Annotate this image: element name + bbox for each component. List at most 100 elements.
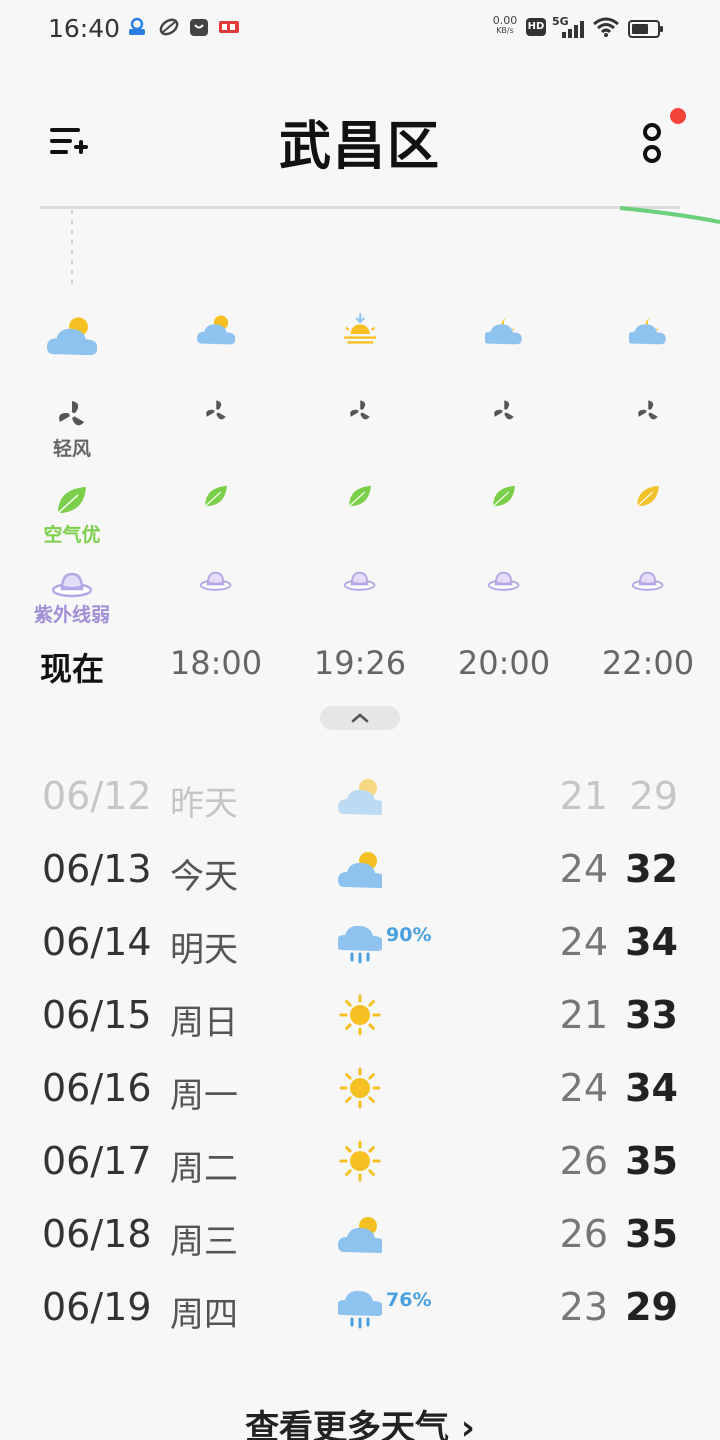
fan-icon	[493, 400, 514, 420]
daily-row[interactable]: 06/15 周日 21 33	[0, 985, 720, 1045]
toutiao-icon	[219, 21, 239, 33]
sun-hat-icon	[344, 571, 376, 591]
day-weather	[338, 847, 386, 891]
day-date: 06/17	[42, 1139, 152, 1183]
hourly-wind	[432, 398, 576, 427]
chevron-up-icon	[351, 713, 369, 723]
net-speed-unit: KB/s	[496, 26, 514, 35]
daily-row[interactable]: 06/19 周四 76% 23 29	[0, 1277, 720, 1337]
hourly-wind	[576, 398, 720, 427]
day-date: 06/19	[42, 1285, 152, 1329]
day-high: 32	[625, 847, 678, 891]
daily-row[interactable]: 06/14 明天 90% 24 34	[0, 912, 720, 972]
hourly-wind: 轻风	[0, 398, 144, 461]
daily-row[interactable]: 06/12 昨天 21 29	[0, 766, 720, 826]
city-title[interactable]: 武昌区	[200, 104, 520, 179]
day-low: 26	[559, 1139, 608, 1183]
hourly-item[interactable]: 轻风空气优紫外线弱现在	[0, 310, 144, 710]
daily-row[interactable]: 06/13 今天 24 32	[0, 839, 720, 899]
day-name: 周四	[170, 1295, 238, 1335]
partly-cloudy-day-icon	[46, 317, 98, 356]
day-name: 周二	[170, 1149, 238, 1189]
hourly-air	[288, 482, 432, 512]
weather-app: 16:40 0.00 KB/s HD 5G 武昌区 轻风 空气优 紫外线弱 现在…	[0, 0, 720, 1440]
day-high: 34	[625, 1066, 678, 1110]
battery-icon	[628, 20, 663, 38]
list-add-icon[interactable]	[46, 124, 92, 160]
day-name: 明天	[170, 930, 238, 970]
sunny-icon	[339, 994, 381, 1036]
day-date: 06/12	[42, 774, 152, 818]
air-label: 空气优	[43, 524, 101, 546]
hourly-time: 18:00	[169, 644, 263, 682]
day-date: 06/13	[42, 847, 152, 891]
hourly-item[interactable]: 18:00	[144, 310, 288, 710]
hourly-time: 现在	[39, 650, 104, 688]
partly-cloudy-icon	[338, 1217, 386, 1253]
leaf-app-icon	[159, 18, 179, 36]
more-circles-icon[interactable]	[636, 118, 676, 170]
daily-row[interactable]: 06/18 周三 26 35	[0, 1204, 720, 1264]
temperature-curve	[71, 206, 720, 286]
hourly-uv: 紫外线弱	[0, 568, 144, 627]
day-low: 21	[559, 993, 608, 1037]
day-low: 23	[559, 1285, 608, 1329]
day-name: 今天	[170, 857, 238, 897]
partly-cloudy-icon	[338, 852, 386, 888]
daily-row[interactable]: 06/16 周一 24 34	[0, 1058, 720, 1118]
day-date: 06/16	[42, 1066, 152, 1110]
leaf-icon	[204, 485, 227, 507]
daily-row[interactable]: 06/17 周二 26 35	[0, 1131, 720, 1191]
fan-icon	[59, 401, 85, 426]
day-precip: 90%	[386, 924, 432, 946]
day-date: 06/15	[42, 993, 152, 1037]
hourly-wind	[288, 398, 432, 427]
day-low: 21	[559, 774, 608, 818]
wind-label: 轻风	[52, 438, 91, 460]
day-high: 34	[625, 920, 678, 964]
day-high: 33	[625, 993, 678, 1037]
day-low: 26	[559, 1212, 608, 1256]
day-precip: 76%	[386, 1289, 432, 1311]
notification-dot	[670, 108, 686, 124]
day-high: 35	[625, 1139, 678, 1183]
hourly-uv	[432, 568, 576, 593]
fan-icon	[349, 400, 370, 420]
rain-icon	[336, 925, 384, 964]
partly-cloudy-icon	[338, 779, 386, 815]
hourly-uv	[144, 568, 288, 593]
sun-hat-icon	[632, 571, 664, 591]
sun-hat-icon	[52, 572, 92, 598]
sun-hat-icon	[200, 571, 232, 591]
hourly-item[interactable]: 22:00	[576, 310, 720, 710]
sunset-icon	[343, 313, 376, 344]
net-speed: 0.00 KB/s	[488, 14, 522, 36]
more-days-link[interactable]: 查看更多天气 ›	[0, 1400, 720, 1440]
status-bar: 16:40 0.00 KB/s HD 5G	[0, 0, 720, 58]
wifi-icon	[593, 17, 619, 37]
hourly-weather	[0, 310, 144, 370]
hourly-time: 20:00	[457, 644, 551, 682]
signal-5g-icon: 5G	[552, 15, 584, 38]
net-speed-value: 0.00	[492, 14, 518, 27]
hourly-time: 19:26	[313, 644, 407, 682]
day-name: 周一	[170, 1076, 238, 1116]
fan-icon	[205, 400, 226, 420]
leaf-icon	[57, 487, 86, 514]
hourly-item[interactable]: 19:26	[288, 310, 432, 710]
day-weather	[338, 1066, 382, 1110]
day-weather	[336, 920, 384, 964]
hourly-air: 空气优	[0, 482, 144, 547]
hourly-item[interactable]: 20:00	[432, 310, 576, 710]
day-weather	[338, 1212, 386, 1256]
collapse-handle[interactable]	[320, 706, 400, 730]
day-low: 24	[559, 1066, 608, 1110]
partly-cloudy-night-icon	[628, 317, 666, 345]
day-weather	[338, 993, 382, 1037]
sunny-icon	[339, 1067, 381, 1109]
app-icon	[129, 17, 145, 35]
day-high: 29	[629, 774, 678, 818]
hourly-weather	[144, 310, 288, 370]
hourly-uv	[288, 568, 432, 593]
day-weather	[338, 774, 386, 818]
